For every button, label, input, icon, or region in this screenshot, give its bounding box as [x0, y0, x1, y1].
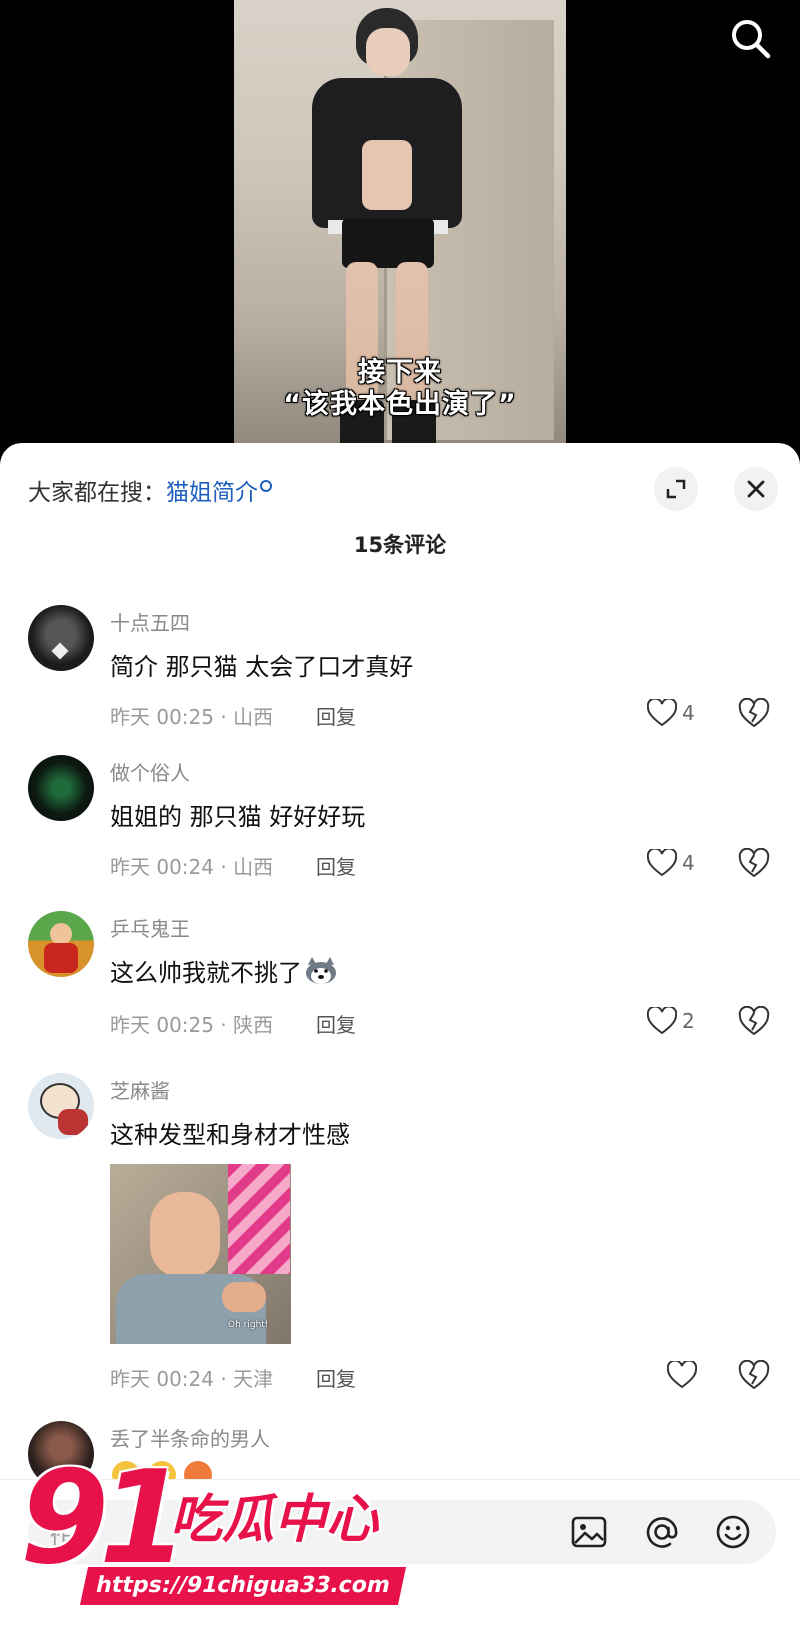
- video-player[interactable]: 接下来 “该我本色出演了”: [0, 0, 800, 450]
- like-count: 2: [682, 1009, 695, 1033]
- heart-icon[interactable]: [667, 1361, 697, 1389]
- comment-meta: 昨天 00:25 · 陕西: [110, 1013, 274, 1037]
- comment-text: 简介 那只猫 太会了口才真好: [110, 653, 414, 681]
- comment-meta: 昨天 00:24 · 天津: [110, 1367, 274, 1391]
- like-count: 4: [682, 851, 695, 875]
- heart-icon[interactable]: [647, 849, 677, 877]
- image-icon[interactable]: [570, 1513, 608, 1551]
- comment-meta: 昨天 00:25 · 山西: [110, 705, 274, 729]
- comment-item[interactable]: 乒乓鬼王 这么帅我就不挑了 昨天 00:25 · 陕西 回复 2: [0, 911, 800, 1041]
- at-mention-icon[interactable]: [643, 1513, 681, 1551]
- comment-username[interactable]: 做个俗人: [110, 757, 190, 786]
- reply-button[interactable]: 回复: [316, 701, 356, 730]
- image-subtitle: Oh right!: [228, 1320, 269, 1330]
- comment-username[interactable]: 芝麻酱: [110, 1075, 170, 1104]
- comment-item[interactable]: 十点五四 简介 那只猫 太会了口才真好 昨天 00:25 · 山西 回复 4: [0, 605, 800, 735]
- expand-button[interactable]: [654, 467, 698, 511]
- watermark-title: 吃瓜中心: [170, 1490, 379, 1550]
- search-icon[interactable]: [728, 16, 772, 60]
- expand-icon: [666, 479, 686, 499]
- watermark-logo: 91 吃瓜中心 https://91chigua33.com: [20, 1444, 407, 1615]
- comment-text: 这么帅我就不挑了: [110, 959, 302, 987]
- heart-icon[interactable]: [647, 699, 677, 727]
- dislike-icon[interactable]: [738, 848, 770, 878]
- dislike-icon[interactable]: [738, 1360, 770, 1390]
- heart-icon[interactable]: [647, 1007, 677, 1035]
- comment-count: 15条评论: [353, 533, 447, 557]
- reply-button[interactable]: 回复: [316, 851, 356, 880]
- husky-emoji-icon: [306, 957, 336, 984]
- comment-item[interactable]: 芝麻酱 这种发型和身材才性感 Oh right! 昨天 00:24 · 天津 回…: [0, 1073, 800, 1393]
- comment-text-row: 这么帅我就不挑了: [110, 953, 338, 988]
- trending-prefix: 大家都在搜：: [28, 480, 166, 506]
- avatar[interactable]: [28, 911, 94, 977]
- dislike-icon[interactable]: [738, 1006, 770, 1036]
- comment-text: 这种发型和身材才性感: [110, 1121, 350, 1149]
- avatar[interactable]: [28, 1073, 94, 1139]
- watermark-url: https://91chigua33.com: [79, 1567, 407, 1605]
- reply-button[interactable]: 回复: [316, 1363, 356, 1392]
- dislike-icon[interactable]: [738, 698, 770, 728]
- like-count: 4: [682, 701, 695, 725]
- reply-button[interactable]: 回复: [316, 1009, 356, 1038]
- avatar[interactable]: [28, 605, 94, 671]
- emoji-face-icon[interactable]: [714, 1513, 752, 1551]
- comment-image[interactable]: Oh right!: [110, 1164, 291, 1344]
- comment-meta: 昨天 00:24 · 山西: [110, 855, 274, 879]
- close-button[interactable]: [734, 467, 778, 511]
- comment-item[interactable]: 做个俗人 姐姐的 那只猫 好好好玩 昨天 00:24 · 山西 回复 4: [0, 755, 800, 885]
- small-search-icon: [260, 480, 272, 492]
- comment-text: 姐姐的 那只猫 好好好玩: [110, 803, 366, 831]
- avatar[interactable]: [28, 755, 94, 821]
- trending-keyword[interactable]: 猫姐简介: [166, 480, 258, 506]
- video-caption-line2: “该我本色出演了”: [283, 389, 517, 420]
- comment-username[interactable]: 十点五四: [110, 607, 190, 636]
- comment-username[interactable]: 乒乓鬼王: [110, 913, 190, 942]
- close-icon: [747, 480, 765, 498]
- trending-search[interactable]: 大家都在搜：猫姐简介: [28, 473, 272, 507]
- watermark-number: 91: [20, 1444, 188, 1593]
